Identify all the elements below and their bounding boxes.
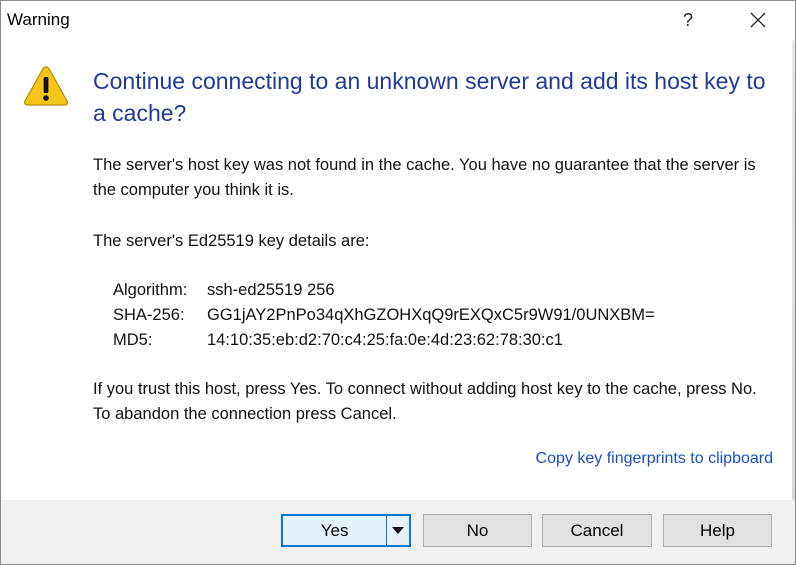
background-window-edge <box>792 41 795 501</box>
dialog-heading: Continue connecting to an unknown server… <box>93 68 766 126</box>
dropdown-arrow-icon[interactable] <box>387 526 409 535</box>
cancel-button[interactable]: Cancel <box>542 514 652 547</box>
window-title: Warning <box>7 10 70 29</box>
title-bar: Warning ? <box>1 1 795 39</box>
copy-fingerprints-link[interactable]: Copy key fingerprints to clipboard <box>536 450 773 468</box>
yes-split-button[interactable]: Yes <box>281 514 411 547</box>
key-detail-label: MD5: <box>113 331 153 349</box>
key-detail-value: ssh-ed25519 256 <box>207 281 335 299</box>
close-button[interactable] <box>735 1 781 39</box>
help-button[interactable]: Help <box>663 514 772 547</box>
no-button[interactable]: No <box>423 514 532 547</box>
cache-warning-text: The server's host key was not found in t… <box>93 156 756 199</box>
key-details-intro: The server's Ed25519 key details are: <box>93 232 370 250</box>
yes-button-label: Yes <box>320 520 349 540</box>
key-detail-value: 14:10:35:eb:d2:70:c4:25:fa:0e:4d:23:62:7… <box>207 331 563 349</box>
instructions-text: If you trust this host, press Yes. To co… <box>93 380 757 423</box>
warning-triangle-icon <box>24 66 68 106</box>
key-detail-label: Algorithm: <box>113 281 188 299</box>
close-icon <box>750 12 766 28</box>
key-detail-row: Algorithm: ssh-ed25519 256 <box>113 278 335 303</box>
key-detail-row: MD5: 14:10:35:eb:d2:70:c4:25:fa:0e:4d:23:… <box>113 328 563 353</box>
key-detail-row: SHA-256: GG1jAY2PnPo34qXhGZOHXqQ9rEXQxC5r… <box>113 303 655 328</box>
warning-dialog: Warning ? Continue connecting to an unkn… <box>0 0 796 565</box>
button-bar: Yes No Cancel Help <box>1 500 795 564</box>
help-title-button[interactable]: ? <box>665 1 711 39</box>
key-detail-label: SHA-256: <box>113 306 185 324</box>
help-icon: ? <box>682 9 693 30</box>
key-detail-value: GG1jAY2PnPo34qXhGZOHXqQ9rEXQxC5r9W91/0UN… <box>207 306 655 324</box>
